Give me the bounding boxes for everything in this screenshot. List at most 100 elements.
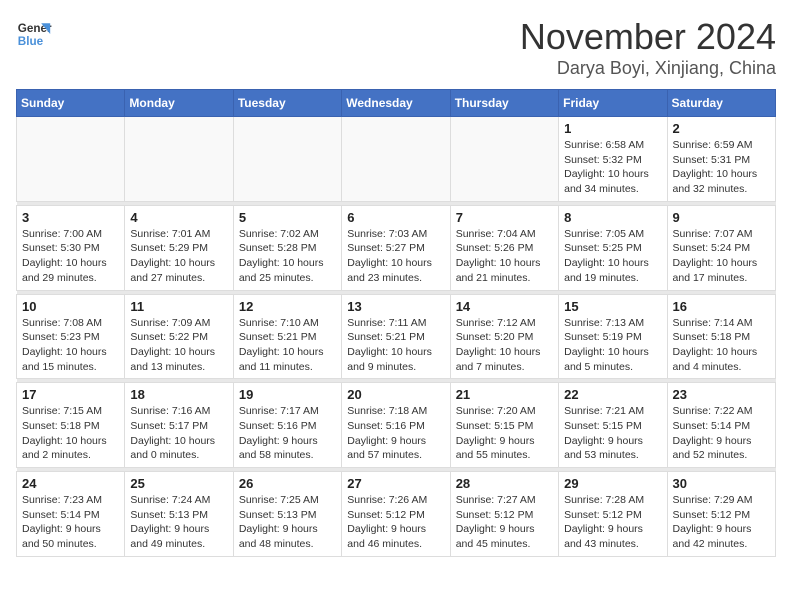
day-number: 20 xyxy=(347,387,444,402)
day-detail: Sunrise: 6:58 AMSunset: 5:32 PMDaylight:… xyxy=(564,138,661,197)
day-number: 17 xyxy=(22,387,119,402)
calendar-cell: 4 Sunrise: 7:01 AMSunset: 5:29 PMDaylight… xyxy=(125,205,233,290)
day-number: 28 xyxy=(456,476,553,491)
day-number: 2 xyxy=(673,121,770,136)
day-number: 26 xyxy=(239,476,336,491)
day-detail: Sunrise: 7:02 AMSunset: 5:28 PMDaylight:… xyxy=(239,227,336,286)
day-detail: Sunrise: 7:12 AMSunset: 5:20 PMDaylight:… xyxy=(456,316,553,375)
weekday-header-thursday: Thursday xyxy=(450,90,558,117)
calendar-week-row: 17 Sunrise: 7:15 AMSunset: 5:18 PMDayligh… xyxy=(17,383,776,468)
day-number: 3 xyxy=(22,210,119,225)
day-number: 4 xyxy=(130,210,227,225)
logo: General Blue xyxy=(16,16,52,52)
calendar-cell: 18 Sunrise: 7:16 AMSunset: 5:17 PMDayligh… xyxy=(125,383,233,468)
day-detail: Sunrise: 7:28 AMSunset: 5:12 PMDaylight:… xyxy=(564,493,661,552)
day-number: 18 xyxy=(130,387,227,402)
day-number: 15 xyxy=(564,299,661,314)
calendar-cell: 26 Sunrise: 7:25 AMSunset: 5:13 PMDayligh… xyxy=(233,472,341,557)
calendar-week-row: 10 Sunrise: 7:08 AMSunset: 5:23 PMDayligh… xyxy=(17,294,776,379)
calendar-cell xyxy=(342,117,450,202)
day-number: 19 xyxy=(239,387,336,402)
calendar-cell: 1 Sunrise: 6:58 AMSunset: 5:32 PMDaylight… xyxy=(559,117,667,202)
calendar-week-row: 24 Sunrise: 7:23 AMSunset: 5:14 PMDayligh… xyxy=(17,472,776,557)
calendar-cell: 19 Sunrise: 7:17 AMSunset: 5:16 PMDayligh… xyxy=(233,383,341,468)
day-detail: Sunrise: 7:22 AMSunset: 5:14 PMDaylight:… xyxy=(673,404,770,463)
calendar-cell: 21 Sunrise: 7:20 AMSunset: 5:15 PMDayligh… xyxy=(450,383,558,468)
day-number: 1 xyxy=(564,121,661,136)
day-number: 14 xyxy=(456,299,553,314)
calendar-cell: 14 Sunrise: 7:12 AMSunset: 5:20 PMDayligh… xyxy=(450,294,558,379)
calendar-cell: 15 Sunrise: 7:13 AMSunset: 5:19 PMDayligh… xyxy=(559,294,667,379)
calendar-cell xyxy=(125,117,233,202)
calendar-cell: 30Sunrise: 7:29 AMSunset: 5:12 PMDayligh… xyxy=(667,472,775,557)
calendar-week-row: 1 Sunrise: 6:58 AMSunset: 5:32 PMDaylight… xyxy=(17,117,776,202)
calendar-cell xyxy=(233,117,341,202)
weekday-header-saturday: Saturday xyxy=(667,90,775,117)
day-detail: Sunrise: 7:26 AMSunset: 5:12 PMDaylight:… xyxy=(347,493,444,552)
calendar-cell: 7Sunrise: 7:04 AMSunset: 5:26 PMDaylight… xyxy=(450,205,558,290)
day-number: 8 xyxy=(564,210,661,225)
day-detail: Sunrise: 7:10 AMSunset: 5:21 PMDaylight:… xyxy=(239,316,336,375)
weekday-header-sunday: Sunday xyxy=(17,90,125,117)
day-detail: Sunrise: 7:20 AMSunset: 5:15 PMDaylight:… xyxy=(456,404,553,463)
day-detail: Sunrise: 7:00 AMSunset: 5:30 PMDaylight:… xyxy=(22,227,119,286)
calendar-cell: 8Sunrise: 7:05 AMSunset: 5:25 PMDaylight… xyxy=(559,205,667,290)
day-number: 5 xyxy=(239,210,336,225)
day-detail: Sunrise: 7:01 AMSunset: 5:29 PMDaylight:… xyxy=(130,227,227,286)
calendar-cell: 9 Sunrise: 7:07 AMSunset: 5:24 PMDaylight… xyxy=(667,205,775,290)
svg-text:Blue: Blue xyxy=(18,35,44,48)
calendar-cell: 10 Sunrise: 7:08 AMSunset: 5:23 PMDayligh… xyxy=(17,294,125,379)
calendar-cell: 27 Sunrise: 7:26 AMSunset: 5:12 PMDayligh… xyxy=(342,472,450,557)
day-number: 12 xyxy=(239,299,336,314)
logo-icon: General Blue xyxy=(16,16,52,52)
header: General Blue November 2024 Darya Boyi, X… xyxy=(16,16,776,79)
calendar-cell: 20 Sunrise: 7:18 AMSunset: 5:16 PMDayligh… xyxy=(342,383,450,468)
calendar-cell xyxy=(450,117,558,202)
day-number: 13 xyxy=(347,299,444,314)
day-detail: Sunrise: 7:11 AMSunset: 5:21 PMDaylight:… xyxy=(347,316,444,375)
day-detail: Sunrise: 7:09 AMSunset: 5:22 PMDaylight:… xyxy=(130,316,227,375)
day-detail: Sunrise: 7:16 AMSunset: 5:17 PMDaylight:… xyxy=(130,404,227,463)
day-detail: Sunrise: 7:27 AMSunset: 5:12 PMDaylight:… xyxy=(456,493,553,552)
day-detail: Sunrise: 7:17 AMSunset: 5:16 PMDaylight:… xyxy=(239,404,336,463)
day-detail: Sunrise: 7:07 AMSunset: 5:24 PMDaylight:… xyxy=(673,227,770,286)
day-number: 24 xyxy=(22,476,119,491)
calendar-cell: 5 Sunrise: 7:02 AMSunset: 5:28 PMDaylight… xyxy=(233,205,341,290)
day-number: 7 xyxy=(456,210,553,225)
weekday-header-friday: Friday xyxy=(559,90,667,117)
day-detail: Sunrise: 7:14 AMSunset: 5:18 PMDaylight:… xyxy=(673,316,770,375)
day-number: 11 xyxy=(130,299,227,314)
weekday-header-tuesday: Tuesday xyxy=(233,90,341,117)
calendar-cell: 16 Sunrise: 7:14 AMSunset: 5:18 PMDayligh… xyxy=(667,294,775,379)
month-title: November 2024 xyxy=(520,16,776,58)
day-number: 27 xyxy=(347,476,444,491)
calendar: SundayMondayTuesdayWednesdayThursdayFrid… xyxy=(16,89,776,557)
day-number: 10 xyxy=(22,299,119,314)
calendar-cell: 2Sunrise: 6:59 AMSunset: 5:31 PMDaylight… xyxy=(667,117,775,202)
day-detail: Sunrise: 7:23 AMSunset: 5:14 PMDaylight:… xyxy=(22,493,119,552)
calendar-cell: 29Sunrise: 7:28 AMSunset: 5:12 PMDayligh… xyxy=(559,472,667,557)
calendar-cell: 12 Sunrise: 7:10 AMSunset: 5:21 PMDayligh… xyxy=(233,294,341,379)
day-detail: Sunrise: 7:25 AMSunset: 5:13 PMDaylight:… xyxy=(239,493,336,552)
day-number: 16 xyxy=(673,299,770,314)
day-number: 25 xyxy=(130,476,227,491)
calendar-cell: 11 Sunrise: 7:09 AMSunset: 5:22 PMDayligh… xyxy=(125,294,233,379)
calendar-cell: 24 Sunrise: 7:23 AMSunset: 5:14 PMDayligh… xyxy=(17,472,125,557)
day-detail: Sunrise: 7:21 AMSunset: 5:15 PMDaylight:… xyxy=(564,404,661,463)
day-detail: Sunrise: 7:18 AMSunset: 5:16 PMDaylight:… xyxy=(347,404,444,463)
calendar-cell: 17 Sunrise: 7:15 AMSunset: 5:18 PMDayligh… xyxy=(17,383,125,468)
day-detail: Sunrise: 7:13 AMSunset: 5:19 PMDaylight:… xyxy=(564,316,661,375)
calendar-cell xyxy=(17,117,125,202)
day-number: 9 xyxy=(673,210,770,225)
calendar-cell: 6Sunrise: 7:03 AMSunset: 5:27 PMDaylight… xyxy=(342,205,450,290)
day-number: 22 xyxy=(564,387,661,402)
calendar-week-row: 3 Sunrise: 7:00 AMSunset: 5:30 PMDaylight… xyxy=(17,205,776,290)
calendar-header-row: SundayMondayTuesdayWednesdayThursdayFrid… xyxy=(17,90,776,117)
day-number: 21 xyxy=(456,387,553,402)
day-detail: Sunrise: 7:15 AMSunset: 5:18 PMDaylight:… xyxy=(22,404,119,463)
day-detail: Sunrise: 7:29 AMSunset: 5:12 PMDaylight:… xyxy=(673,493,770,552)
calendar-cell: 3 Sunrise: 7:00 AMSunset: 5:30 PMDaylight… xyxy=(17,205,125,290)
calendar-cell: 23Sunrise: 7:22 AMSunset: 5:14 PMDayligh… xyxy=(667,383,775,468)
day-detail: Sunrise: 7:08 AMSunset: 5:23 PMDaylight:… xyxy=(22,316,119,375)
day-number: 6 xyxy=(347,210,444,225)
